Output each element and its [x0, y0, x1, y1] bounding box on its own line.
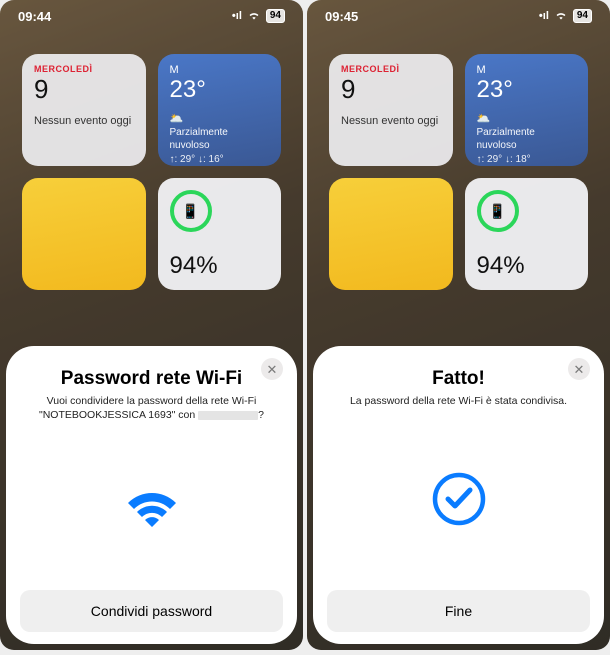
- calendar-date: 9: [34, 76, 134, 102]
- calendar-event: Nessun evento oggi: [341, 114, 441, 128]
- redacted-contact: [198, 411, 258, 420]
- status-right: •ıl 94: [539, 9, 592, 23]
- weather-cond-icon: 🌥️: [170, 112, 184, 125]
- status-bar: 09:44 •ıl 94: [0, 0, 303, 32]
- phone-screen-1: 09:44 •ıl 94 MERCOLEDÌ 9 Nessun evento o…: [0, 0, 303, 650]
- wifi-done-sheet: ✕ Fatto! La password della rete Wi-Fi è …: [313, 346, 604, 644]
- wifi-status-icon: [554, 10, 568, 23]
- weather-widget[interactable]: M 23° 🌥️ Parzialmente nuvoloso ↑: 29° ↓:…: [158, 54, 282, 166]
- sheet-title: Password rete Wi-Fi: [61, 368, 242, 390]
- sheet-body: La password della rete Wi-Fi è stata con…: [350, 394, 567, 408]
- weather-temp: 23°: [477, 76, 577, 104]
- phone-icon: 📱: [489, 203, 506, 220]
- calendar-widget[interactable]: MERCOLEDÌ 9 Nessun evento oggi: [22, 54, 146, 166]
- clock: 09:45: [325, 9, 358, 24]
- close-icon[interactable]: ✕: [568, 358, 590, 380]
- notes-widget[interactable]: [22, 178, 146, 290]
- battery-pill: 94: [573, 9, 592, 23]
- weather-hilo: ↑: 29° ↓: 16°: [170, 154, 270, 165]
- clock: 09:44: [18, 9, 51, 24]
- weather-widget[interactable]: M 23° 🌥️ Parzialmente nuvoloso ↑: 29° ↓:…: [465, 54, 589, 166]
- checkmark-circle-icon: [431, 471, 487, 527]
- battery-widget[interactable]: 📱 94%: [465, 178, 589, 290]
- signal-icon: •ıl: [232, 10, 242, 22]
- weather-cond-icon: 🌥️: [477, 112, 491, 125]
- calendar-weekday: MERCOLEDÌ: [341, 64, 441, 74]
- wifi-share-sheet: ✕ Password rete Wi-Fi Vuoi condividere l…: [6, 346, 297, 644]
- battery-widget[interactable]: 📱 94%: [158, 178, 282, 290]
- weather-cond: Parzialmente nuvoloso: [170, 126, 270, 152]
- calendar-weekday: MERCOLEDÌ: [34, 64, 134, 74]
- battery-ring-icon: 📱: [477, 190, 519, 232]
- battery-pill: 94: [266, 9, 285, 23]
- widgets-grid: MERCOLEDÌ 9 Nessun evento oggi M 23° 🌥️ …: [22, 54, 281, 290]
- phone-icon: 📱: [182, 203, 199, 220]
- status-right: •ıl 94: [232, 9, 285, 23]
- wifi-icon: [120, 481, 184, 531]
- done-button[interactable]: Fine: [327, 590, 590, 632]
- phone-screen-2: 09:45 •ıl 94 MERCOLEDÌ 9 Nessun evento o…: [307, 0, 610, 650]
- battery-percent: 94%: [170, 252, 270, 280]
- weather-temp: 23°: [170, 76, 270, 104]
- weather-hilo: ↑: 29° ↓: 18°: [477, 154, 577, 165]
- close-icon[interactable]: ✕: [261, 358, 283, 380]
- calendar-event: Nessun evento oggi: [34, 114, 134, 128]
- calendar-widget[interactable]: MERCOLEDÌ 9 Nessun evento oggi: [329, 54, 453, 166]
- status-bar: 09:45 •ıl 94: [307, 0, 610, 32]
- sheet-body: Vuoi condividere la password della rete …: [39, 394, 264, 422]
- weather-cond: Parzialmente nuvoloso: [477, 126, 577, 152]
- notes-widget[interactable]: [329, 178, 453, 290]
- battery-ring-icon: 📱: [170, 190, 212, 232]
- signal-icon: •ıl: [539, 10, 549, 22]
- calendar-date: 9: [341, 76, 441, 102]
- battery-percent: 94%: [477, 252, 577, 280]
- sheet-title: Fatto!: [432, 368, 485, 390]
- widgets-grid: MERCOLEDÌ 9 Nessun evento oggi M 23° 🌥️ …: [329, 54, 588, 290]
- weather-location: M: [170, 64, 270, 76]
- weather-location: M: [477, 64, 577, 76]
- wifi-status-icon: [247, 10, 261, 23]
- share-password-button[interactable]: Condividi password: [20, 590, 283, 632]
